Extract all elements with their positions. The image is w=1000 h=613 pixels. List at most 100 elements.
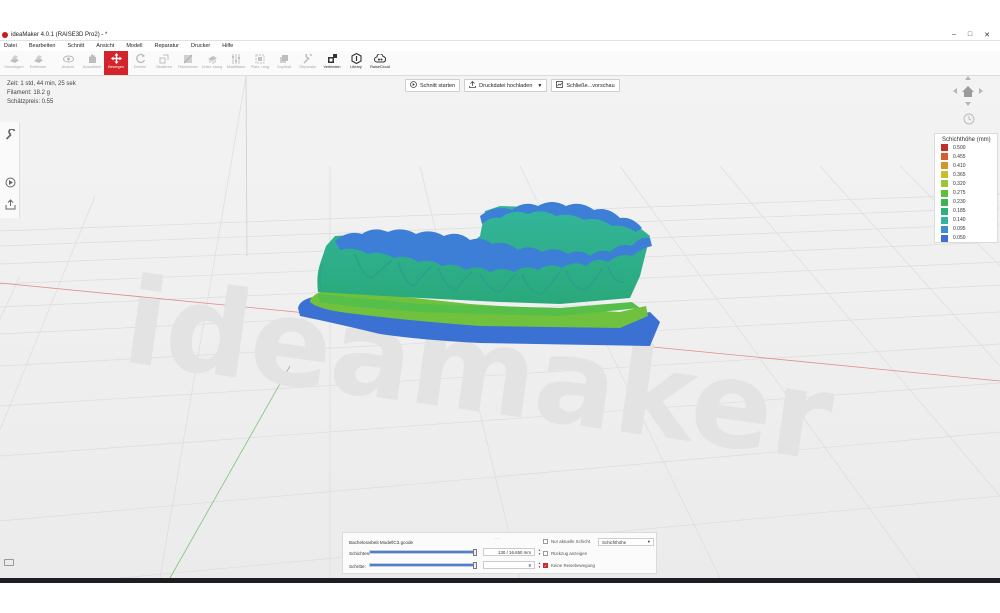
support-button[interactable]: Unter..stung — [200, 51, 224, 75]
only-current-layer-checkbox[interactable]: Nur aktuelle Schicht — [543, 539, 590, 544]
checkbox-checked[interactable]: ✓ — [543, 563, 548, 568]
legend-item: 0.500 — [935, 143, 997, 152]
gear-play-icon — [410, 81, 417, 90]
close-icon[interactable]: ✕ — [984, 31, 990, 39]
nav-left-arrow[interactable] — [953, 88, 957, 94]
view-navigator[interactable] — [952, 75, 984, 125]
layer-height-legend: Schichthöhe (mm) 0.500 0.455 0.410 0.365 0.3… — [934, 133, 998, 243]
nav-down-arrow[interactable] — [965, 102, 971, 106]
show-retraction-checkbox[interactable]: Rückzug anzeigen — [543, 551, 587, 556]
left-dock — [0, 122, 20, 218]
wrench-icon[interactable] — [4, 128, 16, 140]
window-title: ideaMaker 4.0.1 (RAISE3D Pro2) - * — [11, 32, 108, 38]
eye-icon — [62, 53, 74, 64]
legend-swatch — [941, 162, 948, 170]
arrange-button[interactable]: Platz..rung — [248, 51, 272, 75]
gcode-file-name: Bachelorarbeit ModellC3.gcode — [349, 540, 414, 545]
steps-slider-handle[interactable] — [472, 562, 477, 569]
panel-grip[interactable]: .... — [495, 535, 499, 540]
chevron-down-icon[interactable]: ▼ — [537, 83, 542, 89]
connect-button[interactable]: Verbinden — [320, 51, 344, 75]
library-button[interactable]: Library — [344, 51, 368, 75]
slice-controls: Schnitt starten Druckdatei hochladen ▼ S… — [405, 79, 620, 92]
steps-slider[interactable] — [369, 562, 477, 569]
duplicate-icon — [278, 53, 290, 64]
preview-icon — [556, 81, 564, 90]
maximize-icon[interactable]: □ — [968, 31, 972, 39]
no-travel-checkbox[interactable]: ✓ Keine Reisebewegung — [543, 563, 595, 568]
rotate-button[interactable]: Drehen — [128, 51, 152, 75]
add-model-icon — [8, 53, 20, 64]
nav-up-arrow[interactable] — [965, 76, 971, 80]
add-model-button[interactable]: Hinzufügen — [2, 51, 26, 75]
layers-spinner[interactable]: ▲ ▼ — [537, 548, 542, 556]
steps-label: Schritte: — [349, 564, 366, 569]
menu-schnitt[interactable]: Schnitt — [67, 43, 84, 49]
menu-reparatur[interactable]: Reparatur — [155, 43, 179, 49]
steps-value-field[interactable]: 9 — [483, 561, 535, 569]
build-plate-scene[interactable]: ideamaker — [0, 76, 1000, 578]
modifier-icon — [230, 53, 242, 64]
menu-ansicht[interactable]: Ansicht — [96, 43, 114, 49]
view-label: Ansicht — [61, 65, 75, 69]
layers-slider[interactable] — [369, 549, 477, 556]
start-slice-button[interactable]: Schnitt starten — [405, 79, 461, 92]
layers-slider-handle[interactable] — [472, 549, 477, 556]
3d-viewport[interactable]: ideamaker — [0, 76, 1000, 578]
menu-drucker[interactable]: Drucker — [191, 43, 210, 49]
estimated-price: Schätzpreis: 0.55 — [7, 99, 54, 105]
legend-value: 0.050 — [953, 235, 966, 242]
layers-value-field[interactable]: 130 / 16.650 mm — [483, 548, 535, 556]
upload-print-file-label: Druckdatei hochladen — [479, 82, 533, 89]
select-label: Auswählen — [82, 65, 102, 69]
legend-swatch — [941, 189, 948, 197]
menu-modell[interactable]: Modell — [126, 43, 142, 49]
legend-swatch — [941, 207, 948, 215]
repair-label: Reparatur — [299, 65, 317, 69]
slice-info: Zeit: 1 std, 44 min, 25 sek Filament: 18… — [7, 80, 76, 107]
legend-item: 0.140 — [935, 216, 997, 225]
arrange-label: Platz..rung — [250, 65, 270, 69]
move-label: Bewegen — [108, 65, 124, 69]
duplicate-button[interactable]: Duplikat — [272, 51, 296, 75]
legend-swatch — [941, 153, 948, 161]
legend-item: 0.095 — [935, 225, 997, 234]
close-preview-button[interactable]: Schließe...vorschau — [551, 79, 620, 92]
move-button[interactable]: Bewegen — [104, 51, 128, 75]
home-icon[interactable] — [962, 86, 974, 97]
play-circle-icon[interactable] — [4, 176, 16, 188]
scale-button[interactable]: Skalieren — [152, 51, 176, 75]
print-time: Zeit: 1 std, 44 min, 25 sek — [7, 81, 76, 87]
os-taskbar — [0, 578, 1000, 583]
legend-item: 0.365 — [935, 170, 997, 179]
modifier-button[interactable]: Modifikator — [224, 51, 248, 75]
cloud-icon — [374, 53, 386, 64]
minimize-icon[interactable]: – — [952, 31, 956, 39]
legend-item: 0.050 — [935, 234, 997, 243]
nav-right-arrow[interactable] — [979, 88, 983, 94]
flatten-button[interactable]: Flächebnen — [176, 51, 200, 75]
menu-hilfe[interactable]: Hilfe — [222, 43, 233, 49]
arrange-icon — [254, 53, 266, 64]
title-bar: ideaMaker 4.0.1 (RAISE3D Pro2) - * – □ ✕ — [0, 30, 1000, 41]
move-arrows-icon — [110, 53, 122, 64]
menu-datei[interactable]: Datei — [4, 43, 17, 49]
steps-spinner[interactable]: ▲ ▼ — [537, 561, 542, 569]
upload-icon — [469, 80, 477, 90]
upload-print-file-button[interactable]: Druckdatei hochladen ▼ — [464, 79, 548, 92]
remove-model-button[interactable]: Entfernen — [26, 51, 50, 75]
checkbox-box[interactable] — [543, 551, 548, 556]
export-icon[interactable] — [4, 198, 16, 210]
legend-swatch — [941, 198, 948, 206]
keyboard-icon[interactable] — [4, 559, 14, 566]
select-button[interactable]: Auswählen — [80, 51, 104, 75]
menu-bearbeiten[interactable]: Bearbeiten — [29, 43, 56, 49]
legend-swatch — [941, 234, 948, 242]
support-icon — [206, 53, 218, 64]
checkbox-box[interactable] — [543, 539, 548, 544]
view-button[interactable]: Ansicht — [56, 51, 80, 75]
repair-button[interactable]: Reparatur — [296, 51, 320, 75]
legend-item: 0.410 — [935, 161, 997, 170]
view-mode-select[interactable]: Schichthöhe ▾ — [598, 538, 654, 546]
raisecloud-button[interactable]: RaiseCloud — [368, 51, 392, 75]
